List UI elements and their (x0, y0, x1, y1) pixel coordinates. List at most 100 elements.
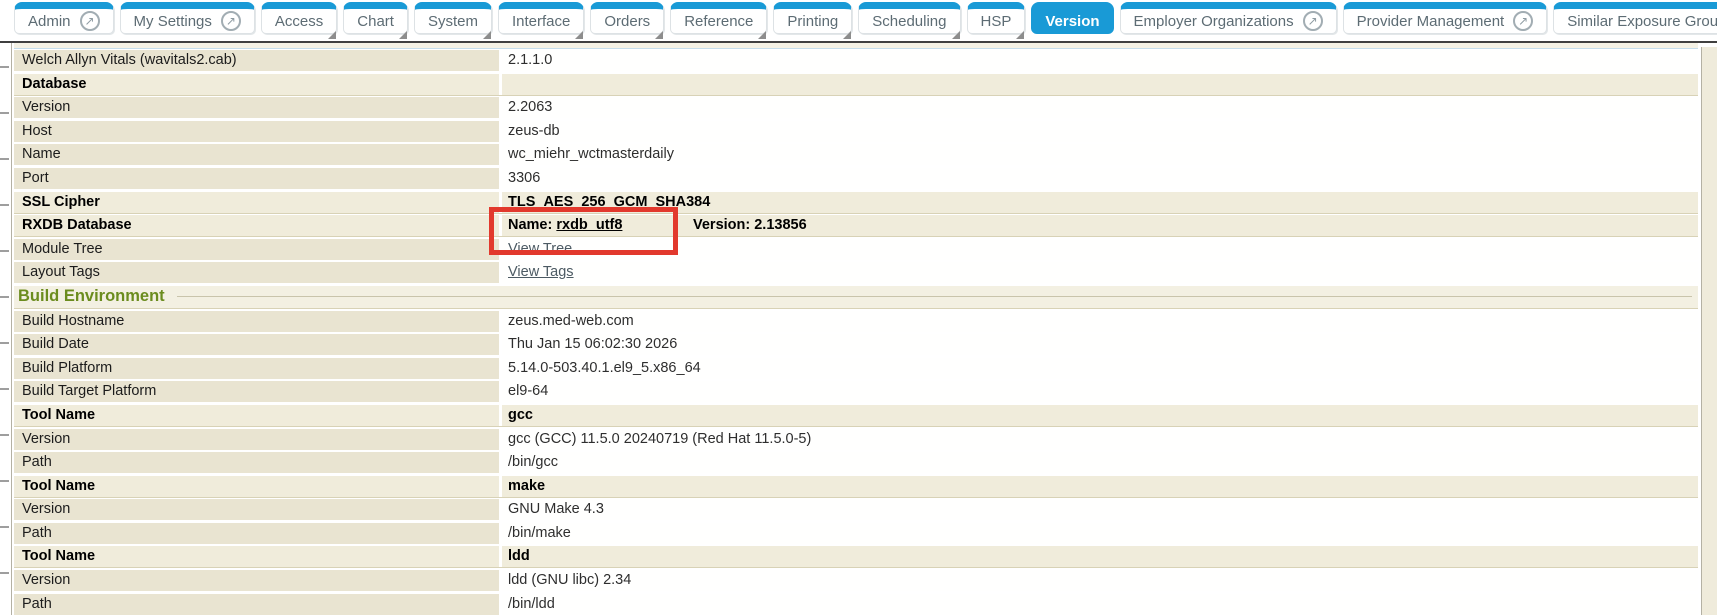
row-label: SSL Cipher (14, 192, 499, 213)
table-row: Path/bin/ldd (14, 594, 1698, 615)
row-label: Tool Name (14, 546, 499, 567)
table-row: Build DateThu Jan 15 06:02:30 2026 (14, 334, 1698, 355)
row-label: Build Hostname (14, 311, 499, 332)
row-label: Host (14, 121, 499, 142)
row-value: ldd (502, 546, 1698, 567)
tab-version[interactable]: Version (1031, 2, 1113, 34)
tab-label: Access (275, 13, 323, 30)
view-tags-link[interactable]: View Tags (508, 264, 574, 280)
table-row: Path/bin/gcc (14, 452, 1698, 473)
tab-printing[interactable]: Printing (773, 2, 852, 34)
tab-chart[interactable]: Chart (343, 2, 408, 34)
dropdown-corner-icon[interactable] (1016, 31, 1024, 39)
tab-label: Scheduling (872, 13, 946, 30)
row-value: zeus.med-web.com (502, 311, 1698, 332)
tab-label: Provider Management (1357, 13, 1505, 30)
row-label: Version (14, 499, 499, 520)
table-row: Build Platform5.14.0-503.40.1.el9_5.x86_… (14, 358, 1698, 379)
row-value: ldd (GNU libc) 2.34 (502, 570, 1698, 591)
external-link-icon[interactable]: ↗ (1303, 11, 1323, 31)
tab-system[interactable]: System (414, 2, 492, 34)
row-label: Module Tree (14, 239, 499, 260)
row-value: wc_miehr_wctmasterdaily (502, 144, 1698, 165)
row-value: /bin/gcc (502, 452, 1698, 473)
row-value: gcc (502, 405, 1698, 426)
version-table: Welch Allyn Vitals (wavitals2.cab)2.1.1.… (14, 49, 1698, 615)
dropdown-corner-icon[interactable] (843, 31, 851, 39)
row-label: Tool Name (14, 476, 499, 497)
row-label: Name (14, 144, 499, 165)
section-header-row: Build Environment (14, 286, 1698, 309)
table-row: Hostzeus-db (14, 121, 1698, 142)
tab-similar-exposure-groups-segs[interactable]: Similar Exposure Groups (SEGs)↗ (1553, 2, 1717, 34)
table-row: Layout Tags View Tags (14, 262, 1698, 283)
row-label: Path (14, 594, 499, 615)
table-row: RXDB DatabaseName: rxdb_utf8Version: 2.1… (14, 215, 1698, 237)
left-gutter-ticks (0, 66, 9, 615)
table-row: Build Hostnamezeus.med-web.com (14, 311, 1698, 332)
tab-interface[interactable]: Interface (498, 2, 584, 34)
external-link-icon[interactable]: ↗ (1513, 11, 1533, 31)
tab-label: Chart (357, 13, 394, 30)
tab-scheduling[interactable]: Scheduling (858, 2, 960, 34)
dropdown-corner-icon[interactable] (758, 31, 766, 39)
tab-access[interactable]: Access (261, 2, 337, 34)
table-row: Tool Namegcc (14, 405, 1698, 427)
right-page-margin (1701, 47, 1717, 615)
tab-my-settings[interactable]: My Settings↗ (120, 2, 255, 34)
table-row: Versionldd (GNU libc) 2.34 (14, 570, 1698, 591)
dropdown-corner-icon[interactable] (399, 31, 407, 39)
row-label: Path (14, 452, 499, 473)
tab-label: System (428, 13, 478, 30)
row-label: Port (14, 168, 499, 189)
row-label: Build Platform (14, 358, 499, 379)
table-row: Versiongcc (GCC) 11.5.0 20240719 (Red Ha… (14, 429, 1698, 450)
row-value: /bin/ldd (502, 594, 1698, 615)
row-label: Version (14, 570, 499, 591)
tab-hsp[interactable]: HSP (967, 2, 1026, 34)
row-value: GNU Make 4.3 (502, 499, 1698, 520)
dropdown-corner-icon[interactable] (655, 31, 663, 39)
tab-label: Admin (28, 13, 71, 30)
version-info-panel: Welch Allyn Vitals (wavitals2.cab)2.1.1.… (14, 43, 1698, 615)
left-panel-divider (11, 43, 12, 615)
row-value: Name: rxdb_utf8Version: 2.13856 (502, 215, 1698, 236)
external-link-icon[interactable]: ↗ (80, 11, 100, 31)
external-link-icon[interactable]: ↗ (221, 11, 241, 31)
row-value: TLS_AES_256_GCM_SHA384 (502, 192, 1698, 213)
dropdown-corner-icon[interactable] (328, 31, 336, 39)
tab-label: Employer Organizations (1134, 13, 1294, 30)
row-value (502, 74, 1698, 95)
table-row: VersionGNU Make 4.3 (14, 499, 1698, 520)
tab-label: Orders (604, 13, 650, 30)
row-value: 2.2063 (502, 97, 1698, 118)
section-rule (177, 296, 1692, 297)
row-value: 3306 (502, 168, 1698, 189)
table-row: Build Target Platformel9-64 (14, 381, 1698, 402)
table-row: Namewc_miehr_wctmasterdaily (14, 144, 1698, 165)
tab-reference[interactable]: Reference (670, 2, 767, 34)
row-label: Build Date (14, 334, 499, 355)
row-label: Version (14, 97, 499, 118)
tab-label: HSP (981, 13, 1012, 30)
table-row: Tool Namemake (14, 476, 1698, 498)
row-label: Build Target Platform (14, 381, 499, 402)
row-label: RXDB Database (14, 215, 499, 236)
dropdown-corner-icon[interactable] (483, 31, 491, 39)
row-value: View Tree (502, 239, 1698, 260)
row-label: Layout Tags (14, 262, 499, 283)
top-tab-bar: Admin↗My Settings↗AccessChartSystemInter… (0, 0, 1717, 40)
row-value: zeus-db (502, 121, 1698, 142)
dropdown-corner-icon[interactable] (575, 31, 583, 39)
row-label: Path (14, 523, 499, 544)
dropdown-corner-icon[interactable] (952, 31, 960, 39)
table-row: SSL CipherTLS_AES_256_GCM_SHA384 (14, 192, 1698, 214)
row-value: el9-64 (502, 381, 1698, 402)
tab-provider-management[interactable]: Provider Management ↗ (1343, 2, 1548, 34)
tab-admin[interactable]: Admin ↗ (14, 2, 114, 34)
tab-employer-organizations[interactable]: Employer Organizations ↗ (1120, 2, 1337, 34)
row-value: 5.14.0-503.40.1.el9_5.x86_64 (502, 358, 1698, 379)
section-title: Build Environment (14, 285, 165, 308)
tab-orders[interactable]: Orders (590, 2, 664, 34)
annotation-highlight-box (489, 207, 678, 255)
